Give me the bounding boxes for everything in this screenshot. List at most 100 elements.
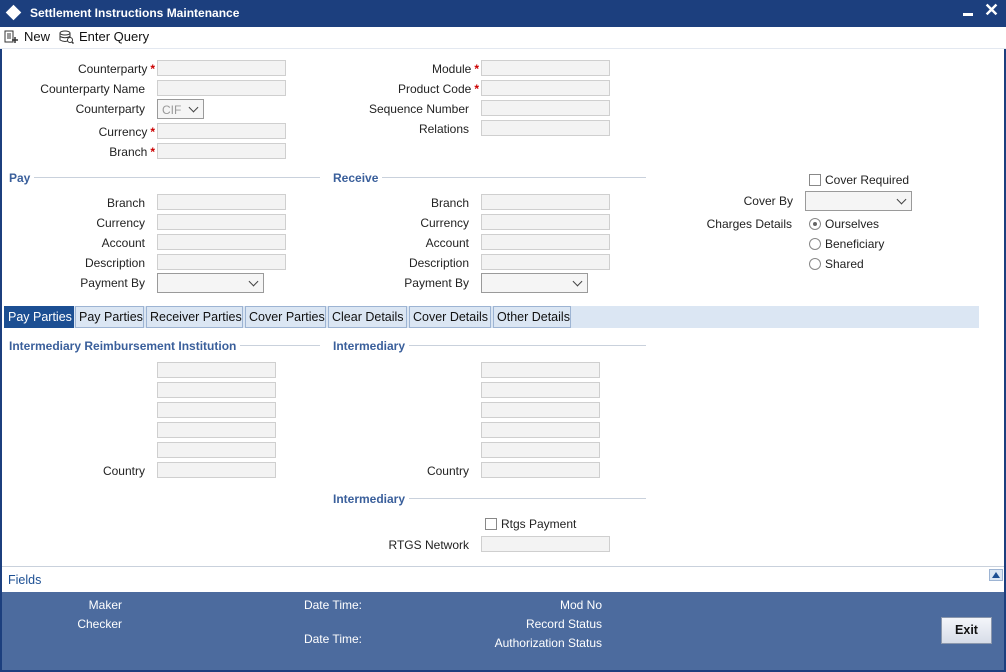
maker-label: Maker	[88, 598, 122, 612]
checker-date-time-label: Date Time:	[303, 632, 362, 646]
relations-label: Relations	[418, 122, 469, 136]
rtgs-network-label: RTGS Network	[388, 538, 469, 552]
currency-label: Currency *	[98, 125, 155, 139]
rtgs-payment-checkbox[interactable]	[485, 518, 497, 530]
product-code-label: Product Code *	[397, 82, 479, 96]
counterparty-type-label: Counterparty	[75, 102, 145, 116]
rtgs-payment-label: Rtgs Payment	[501, 517, 577, 531]
query-icon	[59, 30, 75, 44]
new-document-icon	[4, 30, 19, 44]
chevron-down-icon	[896, 194, 907, 205]
chevron-down-icon	[248, 276, 259, 287]
intermediary-title: Intermediary	[333, 339, 410, 353]
pay-payment-by-select[interactable]	[157, 273, 264, 293]
reimbursement-line-5-input[interactable]	[157, 442, 276, 458]
enter-query-button-label: Enter Query	[79, 29, 150, 44]
intermediary-country-input[interactable]	[481, 462, 600, 478]
receive-account-label: Account	[425, 236, 469, 250]
charges-shared-radio[interactable]	[809, 258, 821, 270]
sequence-number-label: Sequence Number	[368, 102, 469, 116]
close-icon[interactable]: ✕	[984, 1, 999, 19]
checker-label: Checker	[77, 617, 122, 631]
intermediary-line-2-input[interactable]	[481, 382, 600, 398]
counterparty-label: Counterparty *	[77, 62, 155, 76]
receive-description-label: Description	[408, 256, 469, 270]
counterparty-type-select[interactable]: CIF	[157, 99, 204, 119]
pay-section-divider	[9, 177, 320, 178]
cover-by-select[interactable]	[805, 191, 912, 211]
authorization-status-label: Authorization Status	[494, 636, 602, 650]
tab-cover-parties[interactable]: Cover Parties	[245, 306, 326, 328]
intermediary-line-3-input[interactable]	[481, 402, 600, 418]
tab-receiver-parties[interactable]: Receiver Parties	[146, 306, 243, 328]
cover-required-checkbox[interactable]	[809, 174, 821, 186]
reimbursement-line-4-input[interactable]	[157, 422, 276, 438]
charges-shared-label: Shared	[825, 257, 864, 271]
cover-required-label: Cover Required	[825, 173, 910, 187]
fields-link[interactable]: Fields	[8, 573, 41, 587]
pay-payment-by-label: Payment By	[80, 276, 145, 290]
pay-description-label: Description	[84, 256, 145, 270]
sequence-number-input[interactable]	[481, 100, 610, 116]
tab-clear-details[interactable]: Clear Details	[328, 306, 407, 328]
pay-currency-input[interactable]	[157, 214, 286, 230]
intermediary-line-4-input[interactable]	[481, 422, 600, 438]
reimbursement-country-input[interactable]	[157, 462, 276, 478]
module-input[interactable]	[481, 60, 610, 76]
counterparty-type-value: CIF	[162, 103, 182, 117]
product-code-input[interactable]	[481, 80, 610, 96]
receive-currency-label: Currency	[420, 216, 469, 230]
charges-beneficiary-label: Beneficiary	[825, 237, 885, 251]
pay-description-input[interactable]	[157, 254, 286, 270]
mod-no-label: Mod No	[559, 598, 602, 612]
receive-currency-input[interactable]	[481, 214, 610, 230]
new-button-label: New	[24, 29, 51, 44]
counterparty-name-input[interactable]	[157, 80, 286, 96]
receive-account-input[interactable]	[481, 234, 610, 250]
receive-branch-label: Branch	[430, 196, 469, 210]
tab-cover-details[interactable]: Cover Details	[409, 306, 491, 328]
receive-section-title: Receive	[333, 171, 383, 185]
charges-ourselves-radio[interactable]	[809, 218, 821, 230]
relations-input[interactable]	[481, 120, 610, 136]
window-title: Settlement Instructions Maintenance	[30, 6, 240, 20]
pay-account-input[interactable]	[157, 234, 286, 250]
chevron-down-icon	[188, 102, 199, 113]
intermediary-line-5-input[interactable]	[481, 442, 600, 458]
reimbursement-country-label: Country	[102, 464, 145, 478]
branch-input[interactable]	[157, 143, 286, 159]
intermediary-line-1-input[interactable]	[481, 362, 600, 378]
receive-payment-by-select[interactable]	[481, 273, 588, 293]
pay-currency-label: Currency	[96, 216, 145, 230]
tab-other-details[interactable]: Other Details	[493, 306, 571, 328]
counterparty-input[interactable]	[157, 60, 286, 76]
pay-branch-input[interactable]	[157, 194, 286, 210]
pay-account-label: Account	[101, 236, 145, 250]
charges-beneficiary-radio[interactable]	[809, 238, 821, 250]
receive-branch-input[interactable]	[481, 194, 610, 210]
rtgs-network-input[interactable]	[481, 536, 610, 552]
chevron-down-icon	[572, 276, 583, 287]
scroll-up-icon[interactable]	[989, 569, 1003, 581]
currency-input[interactable]	[157, 123, 286, 139]
tab-pay-parties-active[interactable]: Pay Parties	[4, 306, 74, 328]
charges-ourselves-label: Ourselves	[825, 217, 880, 231]
charges-details-label: Charges Details	[706, 217, 792, 231]
audit-footer	[2, 592, 1004, 670]
exit-button[interactable]: Exit	[941, 617, 992, 644]
intermediary-country-label: Country	[426, 464, 469, 478]
tab-pay-parties[interactable]: Pay Parties	[75, 306, 144, 328]
intermediary-rtgs-title: Intermediary	[333, 492, 410, 506]
record-status-label: Record Status	[525, 617, 602, 631]
reimbursement-line-2-input[interactable]	[157, 382, 276, 398]
reimbursement-line-3-input[interactable]	[157, 402, 276, 418]
new-button[interactable]: New	[4, 29, 50, 44]
toolbar: New Enter Query	[0, 27, 1006, 49]
enter-query-button[interactable]: Enter Query	[59, 29, 149, 44]
reimbursement-line-1-input[interactable]	[157, 362, 276, 378]
minimize-icon[interactable]	[963, 13, 973, 16]
pay-section-title: Pay	[9, 171, 35, 185]
receive-payment-by-label: Payment By	[404, 276, 469, 290]
receive-description-input[interactable]	[481, 254, 610, 270]
counterparty-name-label: Counterparty Name	[40, 82, 145, 96]
